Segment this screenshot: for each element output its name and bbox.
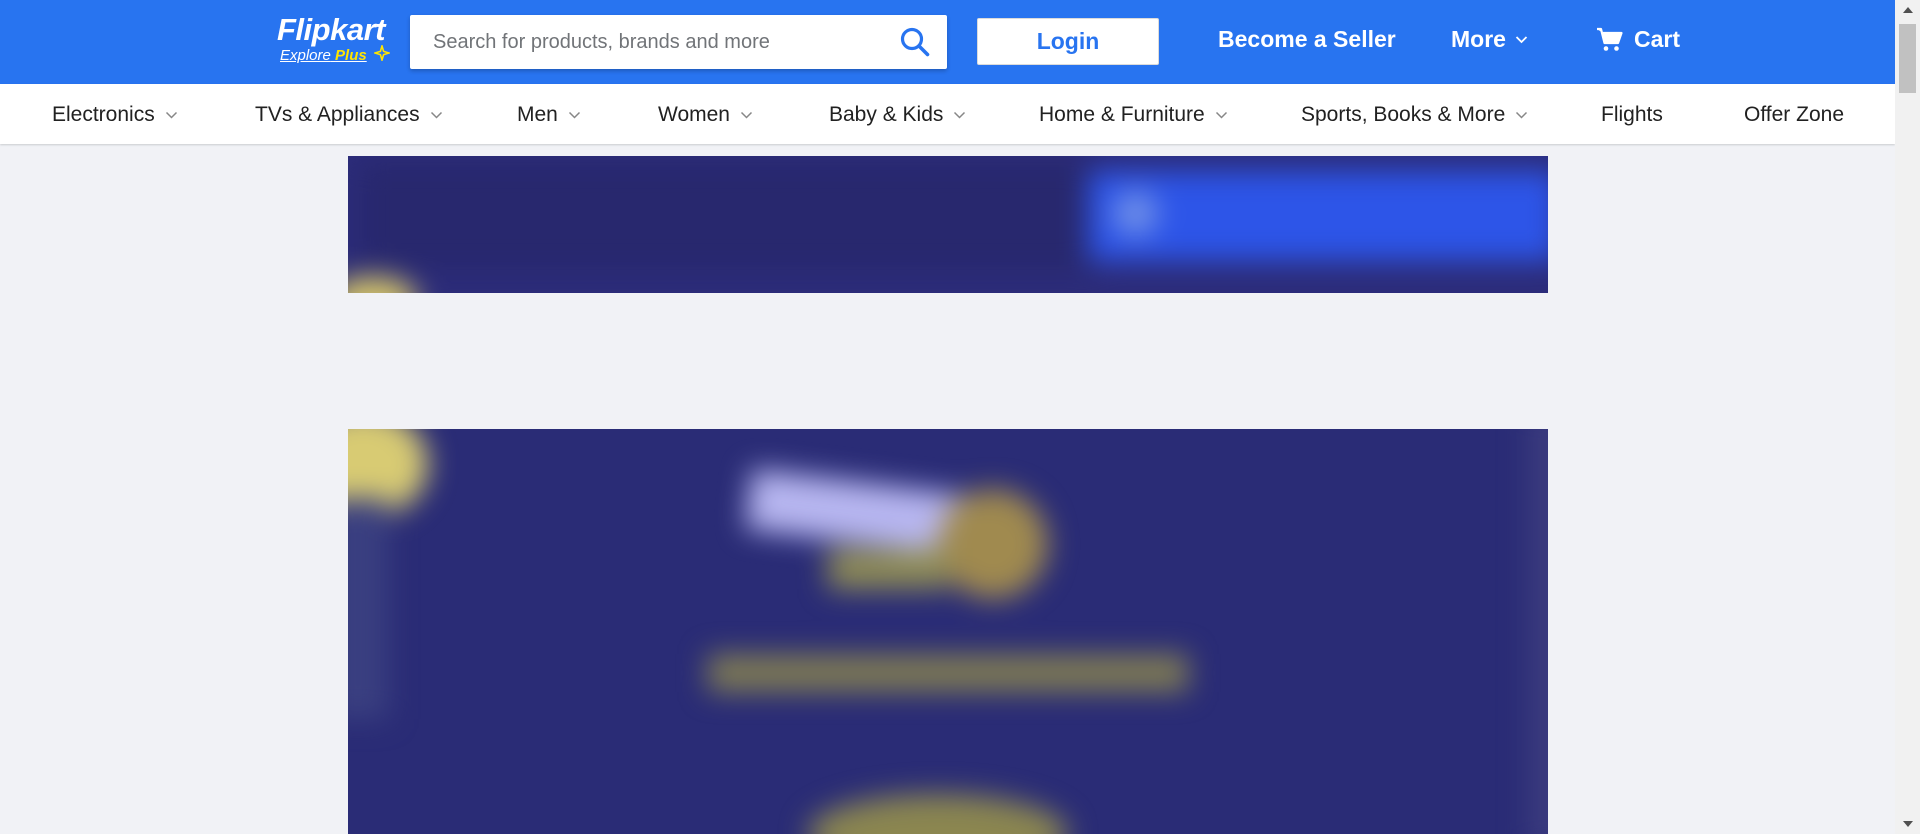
category-label: Women (658, 103, 730, 126)
become-seller-label: Become a Seller (1218, 26, 1396, 52)
category-tvs-appliances[interactable]: TVs & Appliances (255, 103, 443, 127)
category-label: Baby & Kids (829, 103, 944, 126)
category-label: Electronics (52, 103, 155, 126)
chevron-down-icon (740, 111, 753, 119)
category-women[interactable]: Women (658, 103, 753, 127)
more-label: More (1451, 26, 1506, 52)
scroll-down-button[interactable] (1895, 814, 1920, 834)
category-label: Flights (1601, 103, 1663, 126)
arrow-down-icon (1902, 821, 1913, 827)
chevron-down-icon (1516, 111, 1528, 119)
category-label: Offer Zone (1744, 103, 1844, 126)
category-electronics[interactable]: Electronics (52, 103, 178, 127)
arrow-up-icon (1902, 7, 1913, 13)
chevron-down-icon (568, 111, 580, 119)
chevron-down-icon (1215, 111, 1227, 119)
cart-link[interactable]: Cart (1596, 26, 1680, 53)
banner-blurred-content (348, 429, 1548, 834)
logo-plus: Plus (335, 47, 367, 64)
category-label: TVs & Appliances (255, 103, 420, 126)
search-input[interactable] (410, 15, 880, 69)
logo-subtitle[interactable]: Explore Plus (280, 47, 367, 64)
flipkart-logo[interactable]: Flipkart Explore Plus (277, 12, 395, 68)
category-label: Home & Furniture (1039, 103, 1205, 126)
search-box (410, 15, 947, 69)
cart-icon (1597, 27, 1623, 51)
logo-text: Flipkart (277, 12, 385, 47)
category-home-furniture[interactable]: Home & Furniture (1039, 103, 1228, 127)
search-icon (900, 27, 930, 57)
banner-blurred-content (348, 156, 1548, 293)
more-menu[interactable]: More (1451, 26, 1528, 53)
category-men[interactable]: Men (517, 103, 581, 127)
category-baby-kids[interactable]: Baby & Kids (829, 103, 966, 127)
plus-star-icon (374, 45, 390, 61)
category-sports-books-more[interactable]: Sports, Books & More (1301, 103, 1528, 127)
chevron-down-icon (954, 111, 966, 119)
promo-banner-top[interactable] (348, 156, 1548, 293)
logo-explore: Explore (280, 47, 331, 64)
cart-label: Cart (1634, 26, 1681, 52)
search-button[interactable] (899, 26, 931, 58)
chevron-down-icon (165, 111, 177, 119)
category-label: Sports, Books & More (1301, 103, 1506, 126)
chevron-down-icon (430, 111, 442, 119)
category-flights[interactable]: Flights (1601, 103, 1663, 127)
category-label: Men (517, 103, 558, 126)
vertical-scrollbar[interactable] (1895, 0, 1920, 834)
header-bar: Flipkart Explore Plus Login Become a Sel… (0, 0, 1895, 84)
category-nav: Electronics TVs & Appliances Men Women B… (0, 84, 1895, 144)
promo-banner-main[interactable] (348, 429, 1548, 834)
category-offer-zone[interactable]: Offer Zone (1744, 103, 1844, 127)
login-button[interactable]: Login (977, 18, 1159, 65)
become-seller-link[interactable]: Become a Seller (1218, 26, 1396, 53)
scrollbar-thumb[interactable] (1899, 24, 1916, 93)
scroll-up-button[interactable] (1895, 0, 1920, 20)
chevron-down-icon (1515, 36, 1528, 44)
